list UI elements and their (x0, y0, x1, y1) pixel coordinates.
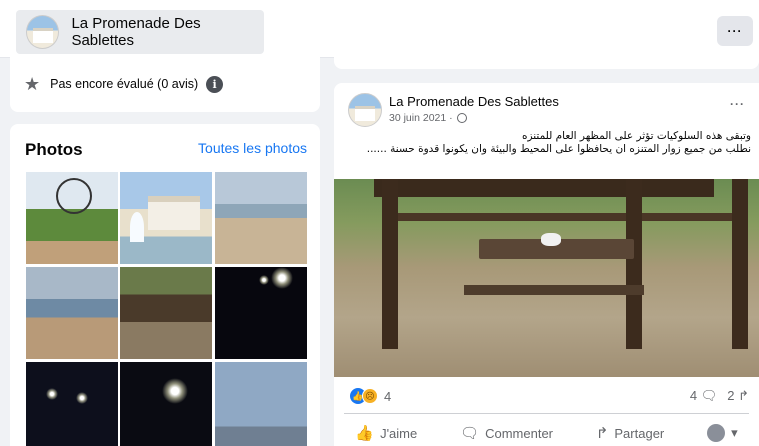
picnic-bench (464, 285, 644, 295)
rating-text: Pas encore évalué (0 avis) (50, 77, 199, 91)
comment-count: 4 (689, 388, 698, 403)
sad-reaction-icon: ☹ (362, 388, 378, 404)
info-icon[interactable]: i (206, 75, 224, 93)
comment-icon: 🗨 (460, 425, 480, 442)
photo-thumbnail[interactable] (215, 362, 307, 446)
post-author-avatar[interactable] (348, 93, 382, 127)
comment-button[interactable]: 🗨 Commenter (460, 424, 553, 442)
star-icon: ★ (24, 74, 41, 94)
photo-thumbnail[interactable] (26, 172, 118, 264)
gazebo-rail (398, 213, 626, 221)
photos-title: Photos (25, 140, 83, 159)
share-button[interactable]: ↱ Partager (596, 424, 664, 442)
post-text-line: نطلب من جميع زوار المتنزه ان يحافظوا على… (366, 143, 751, 155)
post-date[interactable]: 30 juin 2021 · (389, 112, 453, 124)
post-more-button[interactable]: ··· (730, 97, 745, 111)
post-text: وتبقى هذه السلوكيات تؤثر على المظهر العا… (341, 130, 751, 156)
share-count-link[interactable]: 2 ↱ (727, 388, 749, 404)
photo-thumbnail[interactable] (26, 362, 118, 446)
photo-thumbnail[interactable] (120, 362, 212, 446)
litter-bag (541, 233, 561, 246)
rating-card: ★ Pas encore évalué (0 avis) i (10, 55, 320, 112)
share-count: 2 (727, 388, 735, 403)
reaction-count: 4 (384, 388, 392, 404)
rating-row: ★ Pas encore évalué (0 avis) i (24, 74, 224, 94)
engagement-counts: 4 🗨 2 ↱ (690, 388, 749, 404)
lamp-glow (76, 392, 88, 404)
arch-shape (148, 196, 200, 230)
photo-thumbnail[interactable] (26, 267, 118, 359)
more-options-button[interactable]: ··· (717, 16, 753, 46)
post-card: La Promenade Des Sablettes 30 juin 2021 … (334, 83, 759, 446)
gazebo-roof (374, 179, 714, 197)
page-chip[interactable]: La Promenade Des Sablettes (16, 10, 264, 54)
comment-icon: 🗨 (700, 388, 718, 403)
post-actions: 👍 J'aime 🗨 Commenter ↱ Partager ▾ (334, 419, 759, 446)
page-header: La Promenade Des Sablettes ··· (0, 0, 759, 58)
comment-count-link[interactable]: 4 🗨 (690, 388, 717, 404)
see-all-photos-link[interactable]: Toutes les photos (198, 140, 307, 156)
photo-thumbnail[interactable] (215, 267, 307, 359)
share-icon: ↱ (738, 388, 749, 403)
photo-thumbnail[interactable] (215, 172, 307, 264)
post-text-line: وتبقى هذه السلوكيات تؤثر على المظهر العا… (521, 130, 751, 142)
lamp-glow (259, 275, 269, 285)
thumbs-up-icon: 👍 (355, 425, 375, 442)
gazebo-post (626, 179, 642, 349)
page-name[interactable]: La Promenade Des Sablettes (71, 15, 264, 49)
photo-thumbnail[interactable] (120, 267, 212, 359)
fountain-shape (130, 212, 144, 242)
lamp-glow (46, 388, 58, 400)
globe-icon (456, 113, 467, 123)
page-avatar[interactable] (26, 15, 60, 49)
post-photo[interactable] (334, 179, 759, 377)
audience-selector[interactable]: ▾ (707, 424, 738, 442)
like-label: J'aime (380, 425, 418, 441)
like-button[interactable]: 👍 J'aime (355, 424, 417, 442)
previous-post-edge (334, 55, 759, 69)
comment-label: Commenter (485, 425, 554, 441)
post-author-name[interactable]: La Promenade Des Sablettes (389, 94, 559, 109)
lamp-glow (162, 378, 188, 404)
divider (344, 413, 749, 414)
gazebo-rail (642, 213, 732, 221)
user-avatar (707, 424, 726, 442)
chevron-down-icon: ▾ (731, 425, 738, 440)
lamp-glow (271, 267, 293, 289)
share-label: Partager (614, 425, 665, 441)
photo-thumbnail[interactable] (120, 172, 212, 264)
ferris-wheel-shape (56, 178, 92, 214)
post-meta: 30 juin 2021 · (389, 112, 467, 124)
share-icon: ↱ (595, 425, 609, 442)
gazebo-post (382, 179, 398, 349)
reactions-summary[interactable]: 👍 ☹ 4 (350, 388, 391, 404)
gazebo-post (732, 179, 748, 349)
